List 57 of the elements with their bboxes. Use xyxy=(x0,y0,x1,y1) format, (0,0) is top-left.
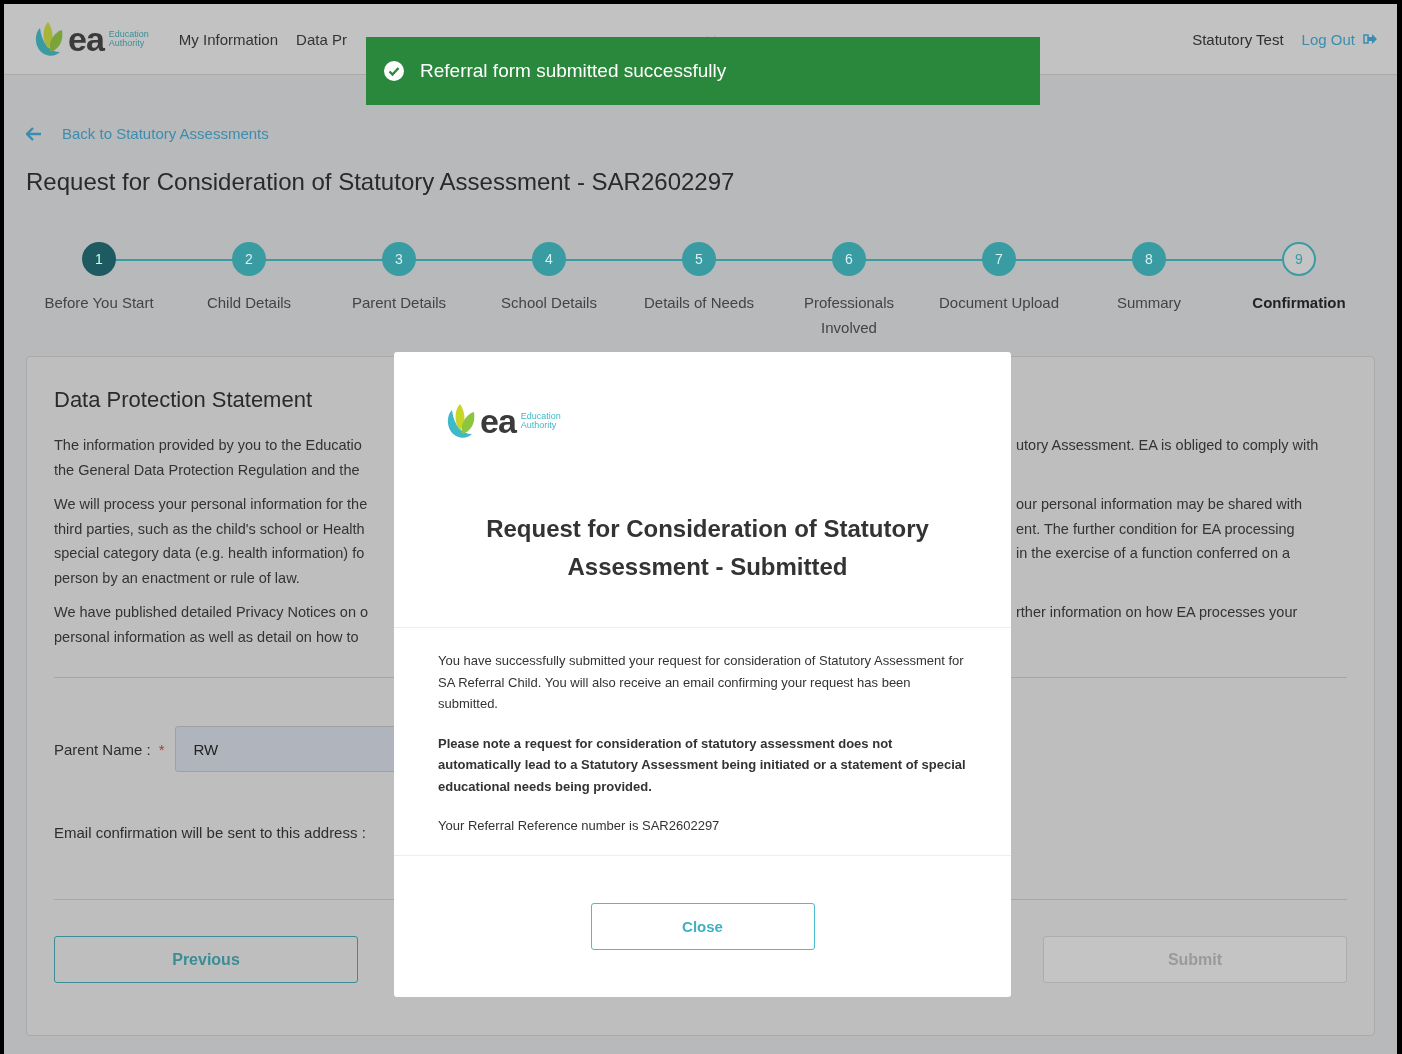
step-label: Professionals Involved xyxy=(802,293,895,338)
step-number[interactable]: 3 xyxy=(382,242,416,276)
step-number[interactable]: 2 xyxy=(232,242,266,276)
paragraph-text: special category data (e.g. health information) fo xyxy=(54,544,365,563)
required-asterisk: * xyxy=(158,740,165,758)
step-number[interactable]: 4 xyxy=(532,242,566,276)
logo-wordmark: ea xyxy=(68,22,104,56)
field-label: Parent Name : xyxy=(54,740,151,758)
step-number[interactable]: 9 xyxy=(1282,242,1316,276)
page-title: Request for Consideration of Statutory Assessment - SAR2602297 xyxy=(26,168,736,196)
logo-subtitle: Education xyxy=(108,29,149,39)
paragraph-text: personal information as well as detail on how to xyxy=(54,627,359,647)
logout-link[interactable]: Log Out xyxy=(1301,30,1377,48)
step-label: Before You Start xyxy=(43,293,155,313)
step-label: Confirmation xyxy=(1251,293,1347,313)
paragraph-text: The information provided by you to the Educatio xyxy=(54,436,362,455)
dialog-note: Please note a request for consideration of statutory assessment does not automatically lead to a Statutory Assessment being initiated or a statement of special educational needs being provided. xyxy=(438,734,967,796)
step-label: Document Upload xyxy=(937,293,1061,313)
toast-message: Referral form submitted successfully xyxy=(420,60,727,82)
paragraph-text: in the exercise of a function conferred on a xyxy=(1016,544,1291,563)
step-label: Parent Details xyxy=(350,293,448,313)
close-button[interactable]: Close xyxy=(590,902,815,950)
reference-number-text: Your Referral Reference number is SAR2602297 xyxy=(438,817,721,835)
logout-icon xyxy=(1362,33,1377,45)
step-number[interactable]: 1 xyxy=(82,242,116,276)
step-number[interactable]: 7 xyxy=(982,242,1016,276)
step-number[interactable]: 6 xyxy=(832,242,866,276)
paragraph-text: our personal information may be shared with xyxy=(1016,495,1303,514)
paragraph-text: person by an enactment or rule of law. xyxy=(54,568,300,588)
previous-button[interactable]: Previous xyxy=(54,936,358,983)
step-label: Details of Needs xyxy=(642,293,756,313)
paragraph-text: We have published detailed Privacy Notices on o xyxy=(54,603,369,622)
step-label: School Details xyxy=(500,293,598,313)
check-circle-icon xyxy=(384,61,404,81)
dialog-message: You have successfully submitted your request for consideration of Statutory Assessment for SA Referral Child. You will also receive an email confirming your request has been submitted. xyxy=(438,652,965,713)
back-link[interactable]: Back to Statutory Assessments xyxy=(62,125,269,142)
paragraph-text: We will process your personal information for the xyxy=(54,495,368,514)
paragraph-text: the General Data Protection Regulation and the xyxy=(54,460,360,480)
email-label: Email confirmation will be sent to this address : xyxy=(54,824,366,841)
step-number[interactable]: 5 xyxy=(682,242,716,276)
step-label: Child Details xyxy=(205,293,293,313)
nav-link[interactable]: Data Pr xyxy=(296,30,347,48)
step-number[interactable]: 8 xyxy=(1132,242,1166,276)
logo-wordmark: ea xyxy=(480,404,516,438)
paragraph-text: rther information on how EA processes your xyxy=(1016,603,1298,622)
section-heading: Data Protection Statement xyxy=(54,387,313,413)
step-label: Summary xyxy=(1115,293,1183,313)
user-name: Statutory Test xyxy=(1192,30,1284,48)
logo-subtitle: Authority xyxy=(520,421,558,431)
logo-subtitle: Education xyxy=(520,411,561,421)
nav-link[interactable]: My Information xyxy=(178,30,279,48)
dialog-title: Request for Consideration of Statutory Assessment - Submitted xyxy=(485,514,930,582)
paragraph-text: utory Assessment. EA is obliged to comply with xyxy=(1016,436,1319,455)
logo-subtitle: Authority xyxy=(108,39,146,49)
arrow-left-icon[interactable] xyxy=(26,126,42,141)
paragraph-text: ent. The further condition for EA processing xyxy=(1016,519,1295,539)
paragraph-text: third parties, such as the child's school or Health xyxy=(54,519,365,539)
